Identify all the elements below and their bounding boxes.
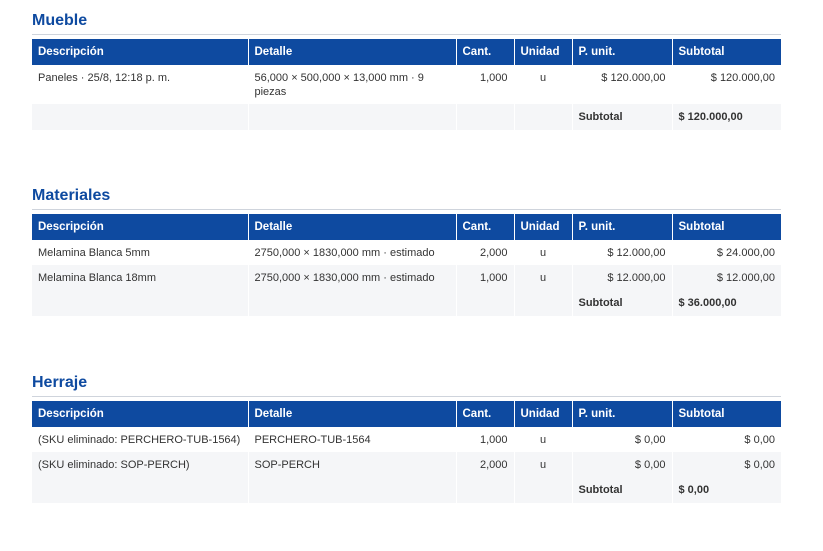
items-table: Descripción Detalle Cant. Unidad P. unit… [32,214,781,316]
empty-cell [456,477,515,503]
empty-cell [32,104,249,130]
subtotal-value: $ 36.000,00 [672,290,781,316]
cell-cant: 1,000 [456,427,515,452]
subtotal-row: Subtotal $ 0,00 [32,477,781,503]
subtotal-label: Subtotal [572,104,673,130]
col-header-p-unit: P. unit. [572,401,673,427]
cell-descripcion: Paneles · 25/8, 12:18 p. m. [32,65,249,104]
col-header-descripcion: Descripción [32,214,249,240]
col-header-detalle: Detalle [248,39,457,65]
empty-cell [248,477,457,503]
cell-unidad: u [514,427,573,452]
table-row: (SKU eliminado: SOP-PERCH) SOP-PERCH 2,0… [32,452,781,477]
empty-cell [248,290,457,316]
subtotal-value: $ 120.000,00 [672,104,781,130]
cell-subtotal: $ 0,00 [672,452,781,477]
cell-unidad: u [514,240,573,265]
table-row: Melamina Blanca 5mm 2750,000 × 1830,000 … [32,240,781,265]
section-herraje: Herraje Descripción Detalle Cant. Unidad… [32,372,781,503]
subtotal-label: Subtotal [572,477,673,503]
cell-detalle: SOP-PERCH [248,452,457,477]
cell-p-unit: $ 120.000,00 [572,65,673,104]
col-header-cant: Cant. [456,401,515,427]
section-title: Mueble [32,10,781,35]
cell-unidad: u [514,452,573,477]
section-materiales: Materiales Descripción Detalle Cant. Uni… [32,185,781,316]
empty-cell [514,104,573,130]
col-header-p-unit: P. unit. [572,214,673,240]
col-header-descripcion: Descripción [32,39,249,65]
items-table: Descripción Detalle Cant. Unidad P. unit… [32,39,781,130]
cell-descripcion: Melamina Blanca 18mm [32,265,249,290]
cell-detalle: 2750,000 × 1830,000 mm · estimado [248,265,457,290]
col-header-p-unit: P. unit. [572,39,673,65]
cell-p-unit: $ 12.000,00 [572,265,673,290]
col-header-detalle: Detalle [248,214,457,240]
table-row: Paneles · 25/8, 12:18 p. m. 56,000 × 500… [32,65,781,104]
cell-p-unit: $ 0,00 [572,427,673,452]
cell-cant: 2,000 [456,240,515,265]
subtotal-row: Subtotal $ 120.000,00 [32,104,781,130]
section-title: Herraje [32,372,781,397]
empty-cell [514,290,573,316]
col-header-unidad: Unidad [514,401,573,427]
empty-cell [514,477,573,503]
cell-subtotal: $ 24.000,00 [716,247,775,259]
col-header-unidad: Unidad [514,214,573,240]
cell-p-unit: $ 12.000,00 [572,240,673,265]
empty-cell [456,290,515,316]
col-header-cant: Cant. [456,39,515,65]
cell-subtotal: $ 12.000,00 [672,265,781,290]
col-header-subtotal: Subtotal [672,401,781,427]
empty-cell [32,290,249,316]
col-header-detalle: Detalle [248,401,457,427]
cell-detalle: 2750,000 × 1830,000 mm · estimado [248,240,457,265]
cell-descripcion: (SKU eliminado: SOP-PERCH) [32,452,249,477]
cell-detalle: PERCHERO-TUB-1564 [248,427,457,452]
section-title: Materiales [32,185,781,210]
col-header-subtotal: Subtotal [672,39,781,65]
cell-unidad: u [514,265,573,290]
cell-unidad: u [514,65,573,104]
cell-cant: 2,000 [456,452,515,477]
items-table: Descripción Detalle Cant. Unidad P. unit… [32,401,781,503]
table-row: Melamina Blanca 18mm 2750,000 × 1830,000… [32,265,781,290]
col-header-unidad: Unidad [514,39,573,65]
section-mueble: Mueble Descripción Detalle Cant. Unidad … [32,10,781,130]
empty-cell [456,104,515,130]
cell-cant: 1,000 [456,265,515,290]
cell-detalle: 56,000 × 500,000 × 13,000 mm · 9 piezas [248,65,457,104]
subtotal-row: Subtotal $ 36.000,00 [32,290,781,316]
cell-descripcion: (SKU eliminado: PERCHERO-TUB-1564) [32,427,249,452]
quote-page: Mueble Descripción Detalle Cant. Unidad … [0,0,823,551]
table-row: (SKU eliminado: PERCHERO-TUB-1564) PERCH… [32,427,781,452]
subtotal-value: $ 0,00 [672,477,781,503]
col-header-descripcion: Descripción [32,401,249,427]
subtotal-label: Subtotal [572,290,673,316]
cell-descripcion: Melamina Blanca 5mm [32,240,249,265]
empty-cell [32,477,249,503]
cell-subtotal: $ 120.000,00 [710,72,775,84]
table-header-row: Descripción Detalle Cant. Unidad P. unit… [32,39,781,65]
cell-p-unit: $ 0,00 [572,452,673,477]
col-header-cant: Cant. [456,214,515,240]
cell-subtotal: $ 0,00 [744,434,775,446]
empty-cell [248,104,457,130]
table-header-row: Descripción Detalle Cant. Unidad P. unit… [32,401,781,427]
col-header-subtotal: Subtotal [672,214,781,240]
table-header-row: Descripción Detalle Cant. Unidad P. unit… [32,214,781,240]
cell-cant: 1,000 [456,65,515,104]
